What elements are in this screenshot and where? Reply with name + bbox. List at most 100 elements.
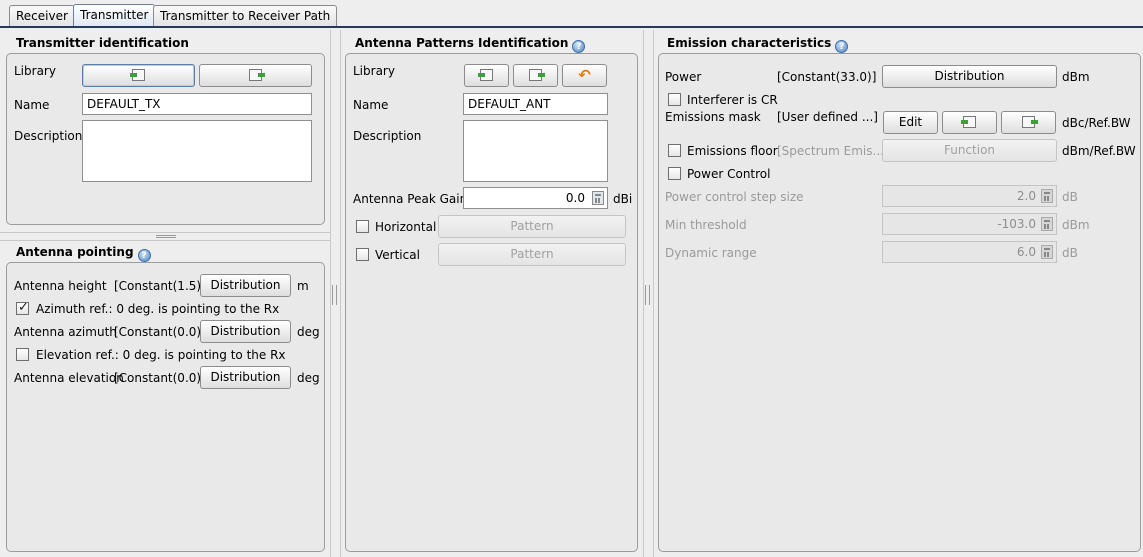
tab-receiver[interactable]: Receiver bbox=[9, 5, 75, 27]
emissions-floor-function-button[interactable]: Function bbox=[882, 139, 1057, 162]
emissions-floor-unit: dBm/Ref.BW bbox=[1062, 144, 1136, 158]
calculator-icon[interactable] bbox=[1041, 189, 1053, 203]
import-icon bbox=[961, 116, 976, 128]
dynamic-range-label: Dynamic range bbox=[665, 246, 757, 260]
library-export-button[interactable] bbox=[199, 64, 312, 87]
transmitter-description-field[interactable] bbox=[82, 120, 312, 182]
interferer-cr-label: Interferer is CR bbox=[687, 93, 778, 107]
name-label: Name bbox=[14, 98, 50, 112]
tab-label: Receiver bbox=[16, 9, 68, 23]
tab-label: Transmitter to Receiver Path bbox=[160, 9, 331, 23]
split-divider bbox=[0, 240, 330, 241]
peak-gain-label: Antenna Peak Gain bbox=[353, 192, 468, 206]
antenna-azimuth-label: Antenna azimuth bbox=[14, 325, 117, 339]
emissions-mask-unit: dBc/Ref.BW bbox=[1062, 116, 1131, 130]
antenna-pointing-title-text: Antenna pointing bbox=[16, 245, 134, 259]
min-threshold-unit: dBm bbox=[1062, 218, 1090, 232]
antenna-elevation-label: Antenna elevation bbox=[14, 371, 124, 385]
power-control-step-label: Power control step size bbox=[665, 190, 804, 204]
emissions-mask-label: Emissions mask bbox=[665, 110, 761, 124]
antenna-library-export-button[interactable] bbox=[513, 64, 558, 87]
antenna-description-field[interactable] bbox=[463, 120, 608, 182]
antenna-height-unit: m bbox=[297, 279, 309, 293]
power-value: [Constant(33.0)] bbox=[777, 70, 877, 84]
help-icon[interactable]: ? bbox=[137, 249, 151, 262]
emission-characteristics-title-text: Emission characteristics bbox=[667, 36, 832, 50]
horizontal-label: Horizontal bbox=[375, 220, 437, 234]
vertical-checkbox[interactable] bbox=[356, 248, 369, 261]
transmitter-name-field[interactable]: DEFAULT_TX bbox=[82, 93, 312, 115]
antenna-name-label: Name bbox=[353, 98, 389, 112]
vertical-label: Vertical bbox=[375, 248, 420, 262]
split-handle[interactable] bbox=[332, 285, 337, 305]
antenna-library-revert-button[interactable]: ↶ bbox=[562, 64, 607, 87]
split-divider bbox=[643, 30, 644, 557]
interferer-cr-checkbox[interactable] bbox=[668, 93, 681, 106]
horizontal-checkbox[interactable] bbox=[356, 220, 369, 233]
antenna-azimuth-value: [Constant(0.0)] bbox=[114, 325, 206, 339]
calculator-icon[interactable] bbox=[1041, 245, 1053, 259]
antenna-library-import-button[interactable] bbox=[464, 64, 509, 87]
antenna-height-label: Antenna height bbox=[14, 279, 107, 293]
split-divider bbox=[340, 30, 341, 557]
split-handle[interactable] bbox=[156, 235, 176, 238]
antenna-library-label: Library bbox=[353, 64, 395, 78]
export-icon bbox=[529, 69, 545, 81]
library-import-button[interactable] bbox=[82, 64, 195, 87]
power-distribution-button[interactable]: Distribution bbox=[882, 65, 1057, 88]
vertical-pattern-button[interactable]: Pattern bbox=[438, 243, 626, 266]
calculator-icon[interactable] bbox=[1041, 217, 1053, 231]
antenna-elevation-unit: deg bbox=[297, 371, 320, 385]
tab-transmitter-to-receiver-path[interactable]: Transmitter to Receiver Path bbox=[153, 5, 338, 27]
azimuth-ref-checkbox[interactable]: ✓ bbox=[16, 300, 29, 315]
min-threshold-field[interactable]: -103.0 bbox=[882, 213, 1057, 235]
antenna-patterns-title: Antenna Patterns Identification? bbox=[355, 36, 586, 53]
antenna-patterns-title-text: Antenna Patterns Identification bbox=[355, 36, 569, 50]
antenna-elevation-distribution-button[interactable]: Distribution bbox=[200, 366, 291, 389]
antenna-height-distribution-button[interactable]: Distribution bbox=[200, 274, 291, 297]
emissions-floor-checkbox[interactable] bbox=[668, 144, 681, 157]
peak-gain-field[interactable]: 0.0 bbox=[463, 187, 608, 209]
tab-transmitter[interactable]: Transmitter bbox=[73, 4, 156, 27]
split-handle[interactable] bbox=[645, 285, 650, 305]
antenna-azimuth-distribution-button[interactable]: Distribution bbox=[200, 320, 291, 343]
emission-characteristics-title: Emission characteristics? bbox=[667, 36, 849, 53]
antenna-azimuth-unit: deg bbox=[297, 325, 320, 339]
horizontal-pattern-button[interactable]: Pattern bbox=[438, 215, 626, 238]
antenna-name-field[interactable]: DEFAULT_ANT bbox=[463, 93, 608, 115]
azimuth-ref-label: Azimuth ref.: 0 deg. is pointing to the … bbox=[36, 302, 280, 316]
antenna-description-label: Description bbox=[353, 129, 422, 143]
elevation-ref-checkbox[interactable] bbox=[16, 348, 29, 361]
help-icon[interactable]: ? bbox=[835, 40, 849, 53]
emissions-mask-export-button[interactable] bbox=[1001, 111, 1056, 134]
import-icon bbox=[478, 69, 493, 81]
export-icon bbox=[1022, 116, 1038, 128]
emissions-mask-edit-button[interactable]: Edit bbox=[883, 111, 938, 134]
antenna-pointing-title: Antenna pointing? bbox=[16, 245, 151, 262]
library-label: Library bbox=[14, 64, 56, 78]
emissions-floor-value: [Spectrum Emis...] bbox=[777, 144, 889, 158]
power-control-step-field[interactable]: 2.0 bbox=[882, 185, 1057, 207]
power-label: Power bbox=[665, 70, 702, 84]
calculator-icon[interactable] bbox=[592, 191, 604, 205]
power-control-step-unit: dB bbox=[1062, 190, 1078, 204]
power-unit: dBm bbox=[1062, 70, 1090, 84]
power-control-checkbox[interactable] bbox=[668, 167, 681, 180]
split-divider bbox=[330, 30, 331, 557]
import-icon bbox=[130, 69, 145, 81]
help-icon[interactable]: ? bbox=[572, 40, 586, 53]
split-divider bbox=[653, 30, 654, 557]
split-divider bbox=[0, 232, 330, 233]
dynamic-range-field[interactable]: 6.0 bbox=[882, 241, 1057, 263]
power-control-label: Power Control bbox=[687, 167, 771, 181]
emissions-floor-label: Emissions floor bbox=[687, 144, 778, 158]
antenna-elevation-value: [Constant(0.0)] bbox=[114, 371, 206, 385]
emissions-mask-import-button[interactable] bbox=[942, 111, 997, 134]
tab-label: Transmitter bbox=[80, 8, 149, 22]
tab-strip-border bbox=[0, 26, 1143, 28]
export-icon bbox=[249, 69, 265, 81]
antenna-height-value: [Constant(1.5)] bbox=[114, 279, 206, 293]
peak-gain-unit: dBi bbox=[613, 192, 633, 206]
description-label: Description bbox=[14, 129, 83, 143]
transmitter-identification-title: Transmitter identification bbox=[16, 36, 189, 50]
